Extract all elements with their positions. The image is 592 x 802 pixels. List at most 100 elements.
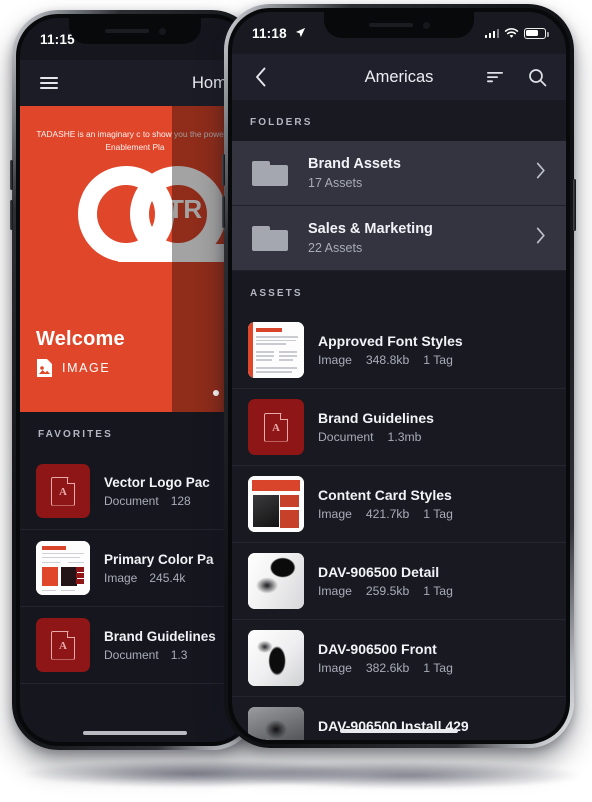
hero-footer: Welcome IMAGE — [36, 328, 125, 378]
asset-kind: Document — [318, 430, 374, 444]
chevron-left-icon[interactable] — [248, 64, 274, 90]
asset-text: Brand Guidelines Document 1.3 — [104, 629, 234, 662]
earpiece-speaker-left — [104, 29, 149, 33]
asset-thumbnail — [36, 541, 90, 595]
asset-meta: Document 1.3 — [104, 648, 234, 662]
sort-icon[interactable] — [482, 64, 508, 90]
asset-size: 1.3 — [170, 647, 188, 662]
home-indicator-left[interactable] — [83, 730, 187, 735]
front-camera-right — [422, 21, 430, 29]
folder-name: Brand Assets — [308, 156, 401, 172]
list-item[interactable]: A Brand Guidelines Document 1.3mb — [232, 389, 566, 466]
asset-size: 259.5kb — [365, 584, 410, 598]
asset-kind: Image — [318, 353, 352, 367]
asset-size: 245.4k — [149, 570, 186, 585]
asset-meta: Image 348.8kb 1 Tag — [318, 353, 550, 367]
list-item[interactable]: Brand Assets 17 Assets — [232, 141, 566, 206]
search-icon[interactable] — [524, 64, 550, 90]
phone-screen-left: 11:15 Home TADASHE is an imaginary c to … — [20, 18, 250, 742]
asset-tags: 1 Tag — [423, 738, 453, 740]
wifi-icon — [504, 27, 519, 39]
phone-device-right: 11:18 Americas FOLDERS Brand Assets 17 A… — [222, 4, 576, 748]
asset-tags: 1 Tag — [423, 661, 453, 675]
asset-kind: Document — [104, 647, 159, 662]
list-item[interactable]: DAV-906500 Detail Image 259.5kb 1 Tag — [232, 543, 566, 620]
hero-welcome-title: Welcome — [36, 328, 125, 350]
list-item[interactable]: Approved Font Styles Image 348.8kb 1 Tag — [232, 312, 566, 389]
notch-left — [69, 18, 201, 44]
phone-device-left: 11:15 Home TADASHE is an imaginary c to … — [10, 10, 258, 750]
status-time-right: 11:18 — [252, 26, 306, 41]
asset-name: Vector Logo Pac — [104, 474, 210, 490]
asset-kind: Image — [318, 738, 352, 740]
volume-up-button-right[interactable] — [222, 154, 225, 186]
photo-thumbnail — [248, 553, 304, 609]
status-indicators — [484, 27, 549, 39]
asset-kind: Image — [318, 661, 352, 675]
list-item[interactable]: Sales & Marketing 22 Assets — [232, 206, 566, 271]
home-indicator-right[interactable] — [340, 728, 458, 733]
asset-thumbnail: A — [36, 464, 90, 518]
asset-thumbnail: A — [248, 399, 304, 455]
pdf-file-icon: A — [51, 476, 75, 506]
list-item[interactable]: A Brand Guidelines Document 1.3 — [20, 607, 250, 684]
photo-thumbnail — [248, 707, 304, 740]
asset-meta: Image 245.4k — [104, 571, 234, 585]
folder-text: Sales & Marketing 22 Assets — [308, 221, 520, 255]
asset-text: Brand Guidelines Document 1.3mb — [318, 410, 550, 444]
volume-down-button-right[interactable] — [222, 196, 225, 228]
content-scroll-area[interactable]: FOLDERS Brand Assets 17 Assets Sales & M… — [232, 100, 566, 740]
asset-name: DAV-906500 Front — [318, 641, 437, 657]
asset-tags: 1 Tag — [423, 507, 453, 521]
asset-kind: Document — [104, 493, 159, 508]
photo-thumbnail — [248, 630, 304, 686]
volume-down-button-left[interactable] — [10, 200, 13, 230]
asset-text: Approved Font Styles Image 348.8kb 1 Tag — [318, 333, 550, 367]
asset-name: Primary Color Pa — [104, 551, 214, 567]
list-item[interactable]: DAV-906500 Install 429 Image 379.7kb 1 T… — [232, 697, 566, 740]
asset-thumbnail — [248, 322, 304, 378]
asset-name: Content Card Styles — [318, 487, 452, 503]
list-item[interactable]: A Vector Logo Pac Document 128 — [20, 453, 250, 530]
asset-meta: Document 128 — [104, 494, 234, 508]
asset-thumbnail: A — [36, 618, 90, 672]
asset-meta: Image 382.6kb 1 Tag — [318, 661, 550, 675]
asset-tags: 1 Tag — [423, 584, 453, 598]
chevron-right-icon[interactable] — [536, 227, 546, 250]
pdf-file-icon: A — [51, 630, 75, 660]
cellular-signal-icon — [484, 28, 499, 38]
asset-text: Vector Logo Pac Document 128 — [104, 475, 234, 508]
document-preview-thumbnail — [248, 322, 304, 378]
asset-meta: Image 379.7kb 1 Tag — [318, 738, 550, 740]
asset-kind: Image — [318, 584, 352, 598]
asset-size: 128 — [170, 493, 191, 508]
asset-name: DAV-906500 Detail — [318, 564, 440, 580]
chevron-right-icon[interactable] — [536, 162, 546, 185]
color-palette-thumbnail — [36, 541, 90, 595]
location-arrow-icon — [295, 26, 306, 41]
volume-up-button-left[interactable] — [10, 160, 13, 190]
asset-text: Content Card Styles Image 421.7kb 1 Tag — [318, 487, 550, 521]
asset-size: 348.8kb — [365, 353, 410, 367]
list-item[interactable]: DAV-906500 Front Image 382.6kb 1 Tag — [232, 620, 566, 697]
folder-name: Sales & Marketing — [308, 221, 433, 237]
asset-name: Brand Guidelines — [318, 410, 434, 426]
hero-banner[interactable]: TADASHE is an imaginary c to show you th… — [20, 106, 250, 412]
image-file-icon — [36, 358, 53, 378]
asset-text: Primary Color Pa Image 245.4k — [104, 552, 234, 585]
asset-meta: Image 421.7kb 1 Tag — [318, 507, 550, 521]
hero-type-row: IMAGE — [36, 358, 125, 378]
hamburger-menu-icon[interactable] — [36, 70, 62, 96]
pdf-file-icon: A — [264, 412, 288, 442]
power-button-right[interactable] — [573, 179, 576, 231]
nav-actions — [482, 64, 550, 90]
list-item[interactable]: Content Card Styles Image 421.7kb 1 Tag — [232, 466, 566, 543]
asset-thumbnail — [248, 630, 304, 686]
folder-icon — [252, 158, 292, 188]
folder-icon — [252, 223, 292, 253]
list-item[interactable]: Primary Color Pa Image 245.4k — [20, 530, 250, 607]
earpiece-speaker-right — [368, 23, 413, 27]
asset-thumbnail — [248, 707, 304, 740]
carousel-dot-1[interactable] — [213, 390, 219, 396]
asset-text: DAV-906500 Detail Image 259.5kb 1 Tag — [318, 564, 550, 598]
